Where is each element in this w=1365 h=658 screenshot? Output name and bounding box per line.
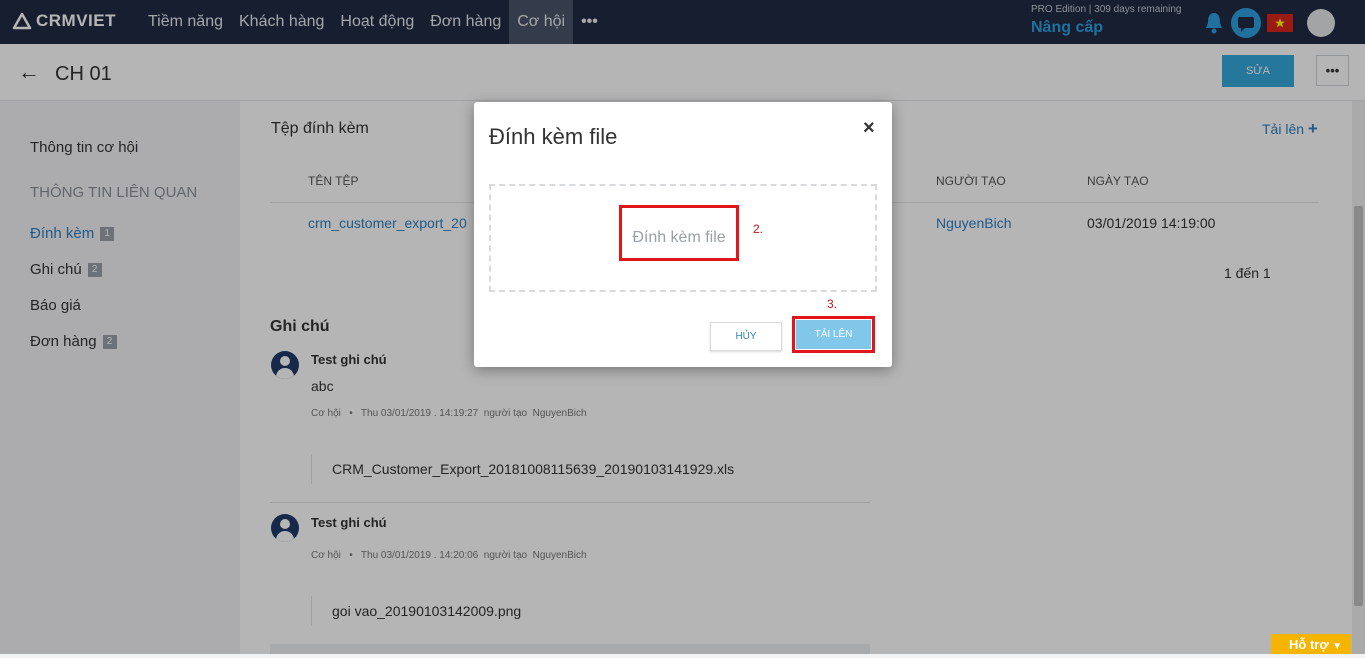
upload-button[interactable]: TẢI LÊN — [796, 320, 871, 349]
dropzone-label[interactable]: Đính kèm file — [622, 208, 736, 258]
chevron-down-icon: ▼ — [1332, 641, 1343, 652]
help-button[interactable]: Hỗ trợ ▼ — [1271, 634, 1351, 654]
step-3-marker: 3. — [827, 297, 838, 311]
attach-file-dialog: Đính kèm file × Đính kèm file 2. 3. HỦY … — [474, 102, 892, 367]
dialog-title: Đính kèm file — [489, 124, 618, 149]
cancel-button[interactable]: HỦY — [710, 322, 782, 351]
highlight-box-dropzone: Đính kèm file — [619, 205, 739, 261]
step-2-marker: 2. — [753, 222, 764, 236]
help-label: Hỗ trợ — [1289, 637, 1329, 652]
close-icon[interactable]: × — [863, 117, 875, 140]
highlight-box-upload: TẢI LÊN — [792, 316, 875, 353]
